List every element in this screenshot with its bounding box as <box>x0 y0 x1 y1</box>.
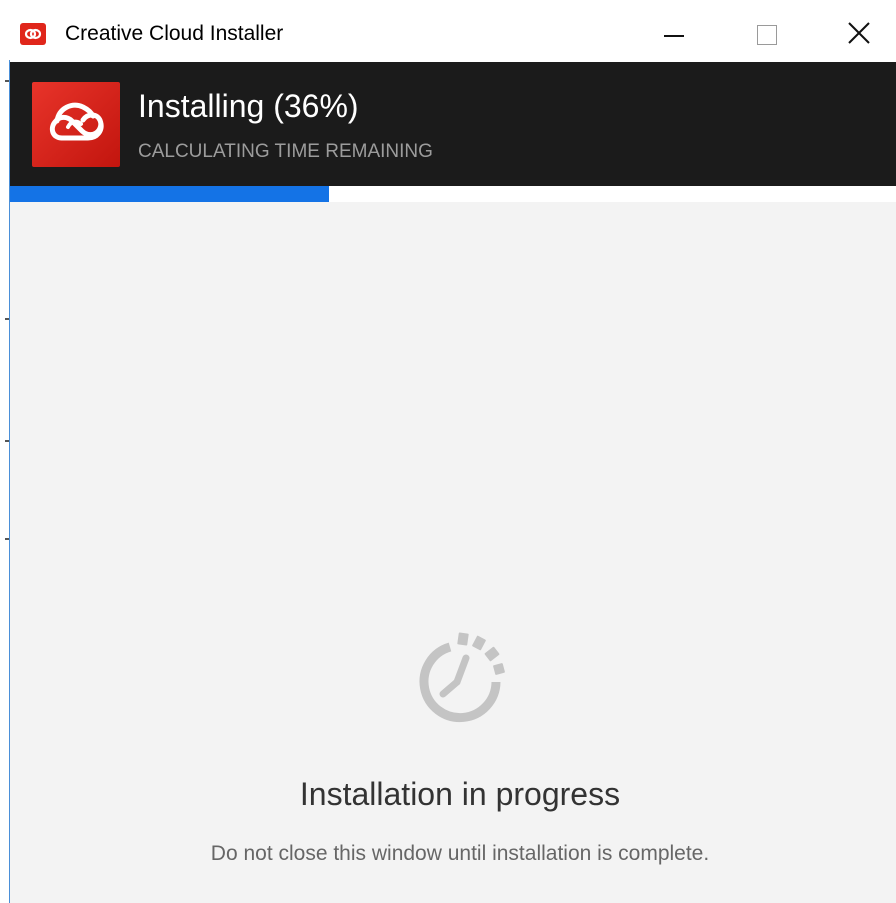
installation-warning: Do not close this window until installat… <box>210 842 710 865</box>
install-status-title: Installing (36%) <box>138 88 359 124</box>
close-button[interactable] <box>836 12 882 56</box>
main-content: Installation in progress Do not close th… <box>10 202 896 903</box>
progress-bar <box>10 186 896 202</box>
edge-tick <box>5 538 9 540</box>
install-status-header: Installing (36%) CALCULATING TIME REMAIN… <box>10 62 896 186</box>
title-bar[interactable]: Creative Cloud Installer <box>10 0 896 62</box>
creative-cloud-logo <box>32 82 120 167</box>
close-icon <box>848 22 870 44</box>
minimize-icon <box>664 35 684 37</box>
installer-window: Creative Cloud Installer Installing (36%… <box>0 0 896 903</box>
maximize-button[interactable] <box>743 12 789 56</box>
edge-tick <box>5 440 9 442</box>
maximize-icon <box>757 25 777 45</box>
window-title: Creative Cloud Installer <box>65 22 284 45</box>
clock-progress-icon <box>419 632 505 723</box>
edge-tick <box>5 80 9 82</box>
edge-tick <box>5 318 9 320</box>
background-window-edge <box>0 0 11 903</box>
minimize-button[interactable] <box>650 12 696 56</box>
progress-bar-fill <box>10 186 329 202</box>
installation-title: Installation in progress <box>299 776 621 812</box>
time-remaining-label: CALCULATING TIME REMAINING <box>138 141 433 162</box>
creative-cloud-icon <box>20 23 46 45</box>
